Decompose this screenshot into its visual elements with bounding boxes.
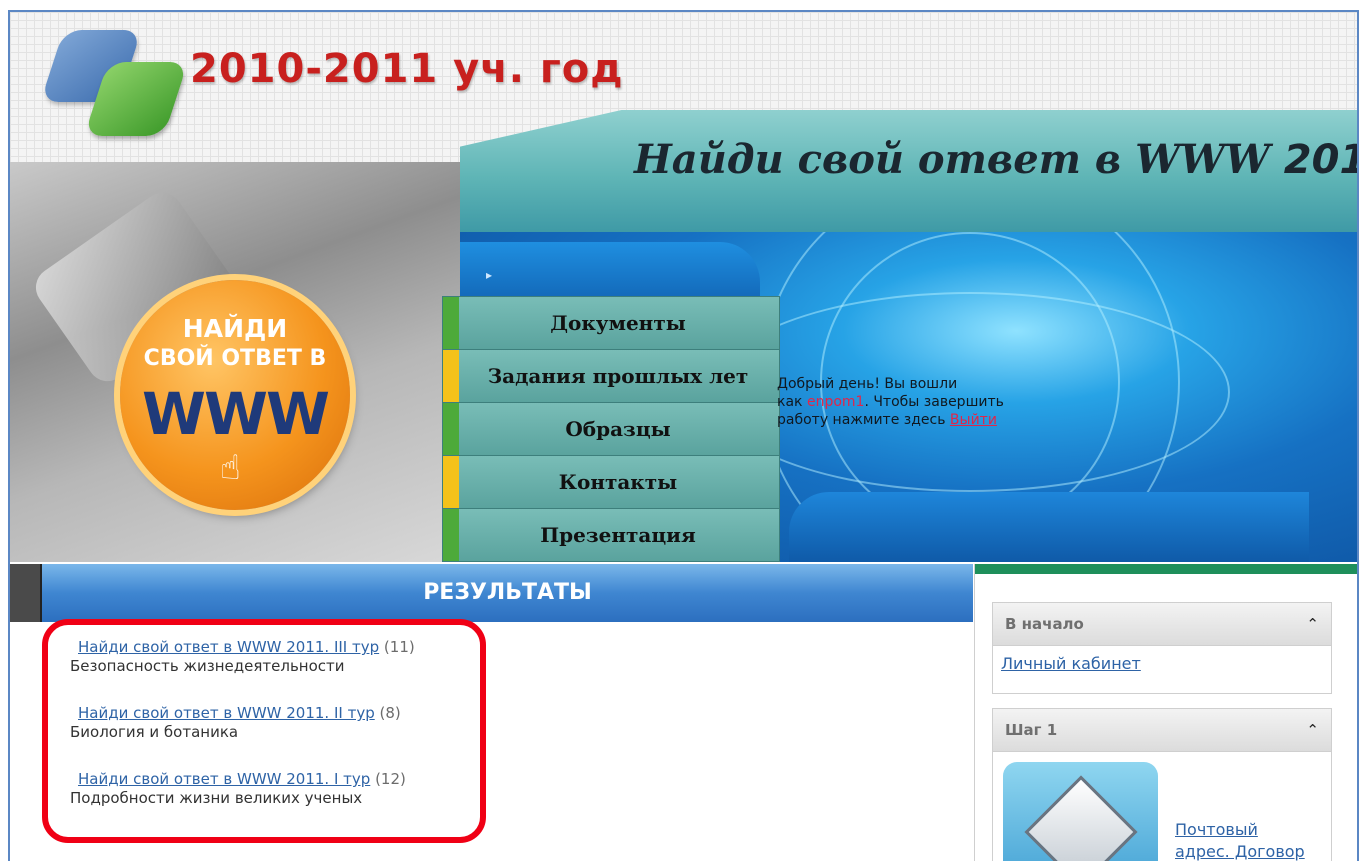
menu-tab: [443, 350, 459, 402]
welcome-prefix: как: [777, 394, 803, 410]
badge-line2: СВОЙ ОТВЕТ В: [143, 346, 327, 371]
logout-link[interactable]: Выйти: [950, 412, 997, 428]
menu-item-contacts[interactable]: Контакты: [442, 456, 780, 509]
collapse-icon[interactable]: ⌃: [1306, 721, 1319, 739]
menu-item-label: Задания прошлых лет: [487, 364, 749, 388]
results-title: РЕЗУЛЬТАТЫ: [423, 580, 592, 605]
menu-item-label: Образцы: [565, 417, 671, 441]
widget-step1: Шаг 1 ⌃ Почтовый адрес. Договор: [992, 708, 1332, 861]
menu-tab: [443, 509, 459, 561]
personal-cabinet-link[interactable]: Личный кабинет: [1001, 654, 1141, 673]
right-sidebar: В начало ⌃ Личный кабинет Шаг 1 ⌃ Почтов…: [974, 564, 1357, 861]
menu-tab: [443, 297, 459, 349]
widget-home: В начало ⌃ Личный кабинет: [992, 602, 1332, 694]
widget-header[interactable]: Шаг 1 ⌃: [993, 709, 1331, 752]
welcome-line2: как enpom1. Чтобы завершить: [777, 393, 1077, 411]
slogan-text: Найди свой ответ в WWW: [634, 136, 1270, 183]
menu-item-label: Контакты: [558, 470, 678, 494]
menu-item-samples[interactable]: Образцы: [442, 403, 780, 456]
badge-line1: НАЙДИ: [182, 314, 288, 343]
widget-header[interactable]: В начало ⌃: [993, 603, 1331, 646]
welcome-line2-suffix: . Чтобы завершить: [864, 394, 1004, 410]
header-slogan: Найди свой ответ в WWW 2012: [634, 136, 1357, 183]
globe-bottom-panel: [789, 492, 1309, 562]
envelope-icon: [1024, 775, 1138, 861]
welcome-message: Добрый день! Вы вошли как enpom1. Чтобы …: [777, 375, 1077, 429]
postal-address-link[interactable]: Почтовый адрес. Договор: [1175, 819, 1315, 861]
username: enpom1: [806, 394, 865, 410]
site-title: 2010-2011 уч. год: [190, 46, 624, 92]
arrow-right-icon: ▸: [486, 268, 493, 282]
collapse-icon[interactable]: ⌃: [1306, 615, 1319, 633]
menu-item-label: Презентация: [540, 523, 696, 547]
widget-title: Шаг 1: [1005, 721, 1058, 739]
page-frame: 2010-2011 уч. год Найди свой ответ в WWW…: [8, 10, 1359, 861]
sidebar-top-bar: [975, 564, 1357, 574]
main-menu: Документы Задания прошлых лет Образцы Ко…: [442, 296, 780, 562]
widget-body: Личный кабинет: [993, 646, 1331, 681]
slogan-year: 2012: [1283, 137, 1357, 183]
menu-tab: [443, 403, 459, 455]
welcome-line3: работу нажмите здесь Выйти: [777, 411, 1077, 429]
menu-item-presentation[interactable]: Презентация: [442, 509, 780, 562]
mail-icon[interactable]: [1003, 762, 1158, 861]
results-bar-edge: [10, 564, 42, 622]
menu-item-label: Документы: [550, 311, 686, 335]
menu-item-past-tasks[interactable]: Задания прошлых лет: [442, 350, 780, 403]
widget-title: В начало: [1005, 615, 1084, 633]
badge-www: WWW: [142, 380, 330, 448]
menu-tab: [443, 456, 459, 508]
welcome-line3-text: работу нажмите здесь: [777, 412, 946, 428]
highlight-annotation: [42, 619, 486, 843]
badge-logo: НАЙДИ СВОЙ ОТВЕТ В WWW ☝: [120, 280, 350, 510]
hand-pointer-icon: ☝: [220, 448, 241, 488]
menu-item-documents[interactable]: Документы: [442, 296, 780, 350]
welcome-line1: Добрый день! Вы вошли: [777, 376, 958, 392]
